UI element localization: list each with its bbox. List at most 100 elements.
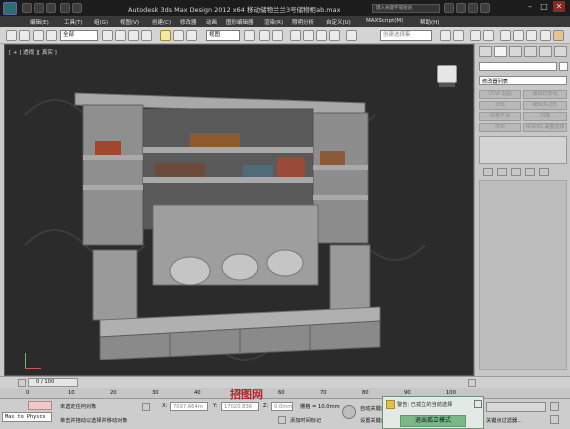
new-file-icon[interactable] [22,3,32,13]
angle-snap-icon[interactable] [303,30,314,41]
spinner-snap-icon[interactable] [329,30,340,41]
modifier-stack-list[interactable] [479,136,567,164]
subscription-icon[interactable] [456,3,466,13]
menu-views[interactable]: 视图(V) [120,18,139,26]
open-file-icon[interactable] [34,3,44,13]
reference-coordinate-dropdown[interactable]: 视图 [206,30,240,41]
orbit-icon[interactable] [550,415,559,424]
track-bar[interactable]: 0 10 20 30 40 50 60 70 80 90 100 [0,388,570,398]
render-production-icon[interactable] [553,30,564,41]
viewcube-icon[interactable] [437,65,457,83]
meshsmooth-button[interactable]: 网格平滑 [479,112,521,121]
menu-graph-editors[interactable]: 图形编辑器 [226,18,254,26]
add-time-tag-icon[interactable] [278,416,286,424]
menu-animation[interactable]: 动画 [206,18,217,26]
menu-maxscript[interactable]: MAXScript(M) [366,18,403,24]
select-and-scale-icon[interactable] [186,30,197,41]
menu-create[interactable]: 创建(C) [152,18,171,26]
app-logo-icon[interactable] [3,2,17,15]
z-coordinate-field[interactable]: 0.0mm [271,402,293,411]
manipulate-icon[interactable] [259,30,270,41]
menu-edit[interactable]: 编辑(E) [30,18,49,26]
help-icon[interactable] [480,3,490,13]
percent-snap-icon[interactable] [316,30,327,41]
window-crossing-icon[interactable] [141,30,152,41]
set-key-mode-icon[interactable] [342,405,356,419]
maxscript-listener[interactable]: Max to Physcs [2,412,52,422]
show-end-result-icon[interactable] [497,168,507,176]
help-search-input[interactable]: 键入关键字或短语 [372,4,440,13]
save-file-icon[interactable] [46,3,56,13]
undo-icon[interactable] [60,3,70,13]
menu-help[interactable]: 帮助(H) [420,18,439,26]
menu-rendering[interactable]: 渲染(R) [264,18,283,26]
maximize-icon[interactable]: □ [538,1,550,12]
menu-tools[interactable]: 工具(T) [64,18,83,26]
modifier-list-dropdown[interactable]: 修改器列表 [479,76,567,85]
zoom-extents-icon[interactable] [550,402,559,411]
make-unique-icon[interactable] [511,168,521,176]
create-tab-icon[interactable] [479,46,492,57]
unlink-icon[interactable] [46,30,57,41]
select-and-move-icon[interactable] [160,30,171,41]
mirror-icon[interactable] [440,30,451,41]
select-object-icon[interactable] [102,30,113,41]
motion-tab-icon[interactable] [524,46,537,57]
bookcase-model[interactable] [65,85,395,360]
align-icon[interactable] [453,30,464,41]
modify-tab-icon[interactable] [494,46,507,57]
undo-toolbar-icon[interactable] [6,30,17,41]
key-filters-button[interactable]: 关键点过滤器... [486,417,522,424]
utilities-tab-icon[interactable] [554,46,567,57]
material-editor-icon[interactable] [526,30,537,41]
named-selection-set-input[interactable]: 创建选择集 [380,30,432,41]
lock-selection-icon[interactable] [142,403,150,411]
layer-manager-icon[interactable] [470,30,481,41]
object-color-swatch[interactable] [559,62,568,71]
menu-group[interactable]: 组(G) [94,18,108,26]
pivot-point-icon[interactable] [244,30,255,41]
play-controls[interactable] [486,402,546,412]
redo-toolbar-icon[interactable] [19,30,30,41]
menu-modifiers[interactable]: 修改器 [180,18,197,26]
mini-listener-pink[interactable] [28,401,52,410]
x-coordinate-field[interactable]: 7097.664m [170,402,208,411]
pin-stack-icon[interactable] [483,168,493,176]
remove-modifier-icon[interactable] [525,168,535,176]
object-name-field[interactable] [479,62,557,71]
rectangular-selection-icon[interactable] [128,30,139,41]
time-slider[interactable]: 0 / 100 [0,376,570,388]
communication-icon[interactable] [468,3,478,13]
edit-named-selection-icon[interactable] [346,30,357,41]
selection-filter-dropdown[interactable]: 全部 [60,30,98,41]
sweep-button[interactable]: 扫描 [523,112,567,121]
menu-lighting-analysis[interactable]: 照明分析 [292,18,314,26]
uvw-map-button[interactable]: UVW 贴图 [479,90,521,99]
normal-button[interactable]: 法线 [479,101,521,110]
dialog-close-icon[interactable] [474,400,482,408]
exit-isolation-button[interactable]: 退出孤立模式 [400,415,466,427]
select-by-name-icon[interactable] [115,30,126,41]
redo-icon[interactable] [72,3,82,13]
schematic-view-icon[interactable] [513,30,524,41]
perspective-viewport[interactable]: [ + ] 透视 ][ 真实 ] [4,44,474,376]
select-and-rotate-icon[interactable] [173,30,184,41]
display-tab-icon[interactable] [539,46,552,57]
menu-customize[interactable]: 自定义(U) [326,18,351,26]
graphite-toggle-icon[interactable] [483,30,494,41]
configure-sets-icon[interactable] [539,168,549,176]
extrude-button[interactable]: 挤出 [479,123,521,132]
snaps-toggle-icon[interactable] [290,30,301,41]
close-icon[interactable]: ✕ [553,1,565,12]
minimize-icon[interactable]: – [524,1,536,12]
search-icon[interactable] [444,3,454,13]
render-setup-icon[interactable] [540,30,551,41]
edit-spline-button[interactable]: 编辑样条线 [523,90,567,99]
curve-editor-icon[interactable] [500,30,511,41]
keyboard-shortcut-icon[interactable] [272,30,283,41]
add-time-tag[interactable]: 添加时间标记 [290,417,321,424]
y-coordinate-field[interactable]: 17020.836 [221,402,259,411]
nurbs-surface-select-button[interactable]: NURBS 曲面选择 [523,123,567,132]
select-link-icon[interactable] [33,30,44,41]
hierarchy-tab-icon[interactable] [509,46,522,57]
